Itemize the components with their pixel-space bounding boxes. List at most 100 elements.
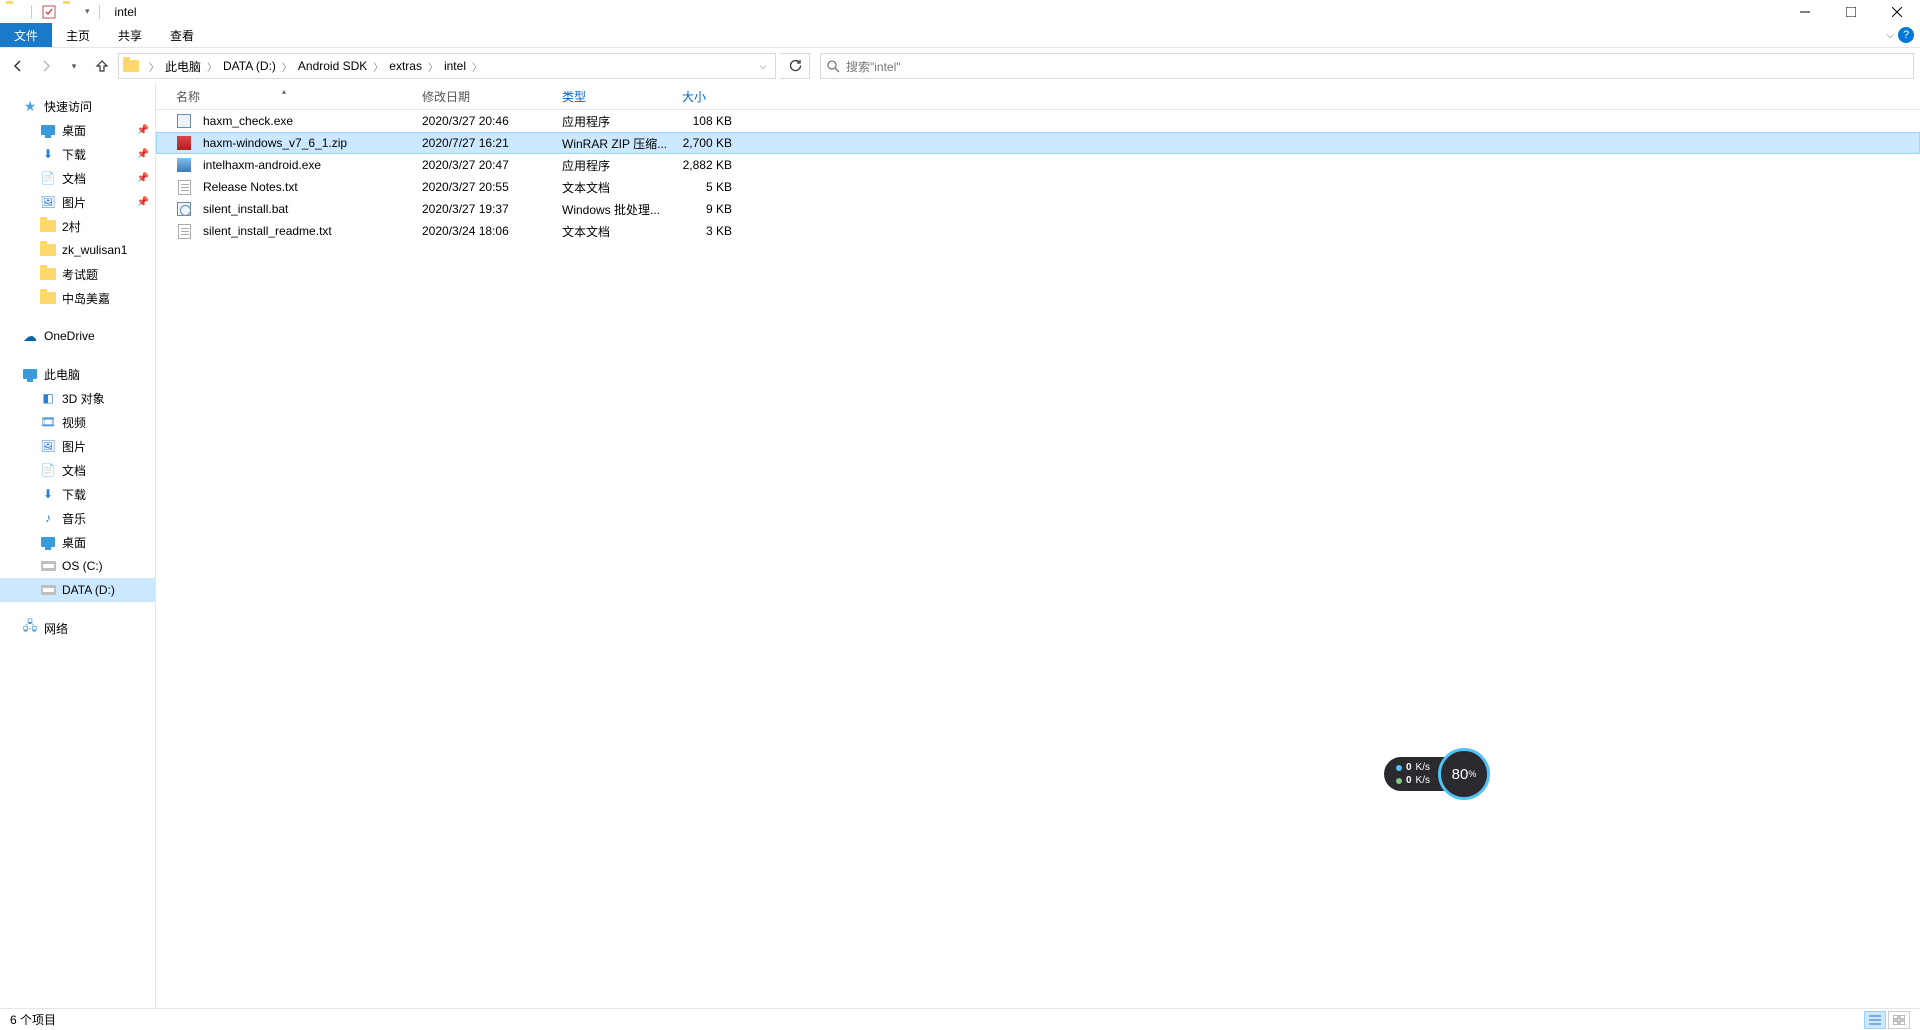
up-button[interactable] — [90, 54, 114, 78]
tab-file[interactable]: 文件 — [0, 23, 52, 47]
chevron-right-icon[interactable]: 〉 — [145, 59, 163, 74]
address-dropdown-icon[interactable]: ⌵ — [751, 54, 775, 78]
tab-view[interactable]: 查看 — [156, 23, 208, 47]
folder-icon — [6, 4, 22, 20]
breadcrumb-folder[interactable]: extras — [387, 59, 424, 73]
status-bar: 6 个项目 — [0, 1008, 1920, 1030]
upload-dot-icon — [1396, 765, 1402, 771]
column-date[interactable]: 修改日期 — [412, 88, 552, 105]
sidebar-item[interactable]: 🖼图片 — [0, 434, 155, 458]
view-details-button[interactable] — [1864, 1011, 1886, 1029]
navigation-pane: ★ 快速访问 桌面📌⬇下载📌📄文档📌🖼图片📌2村zk_wulisan1考试题中岛… — [0, 84, 156, 1008]
pic-icon: 🖼 — [40, 438, 56, 454]
address-bar[interactable]: 〉 此电脑 〉 DATA (D:) 〉 Android SDK 〉 extras… — [118, 53, 776, 79]
file-type: 应用程序 — [552, 157, 672, 174]
window-title: intel — [115, 5, 137, 19]
sidebar-item[interactable]: 中岛美嘉 — [0, 286, 155, 310]
sidebar-network[interactable]: 🖧 网络 — [0, 616, 155, 640]
qat-newfolder-icon[interactable] — [63, 4, 79, 20]
search-input[interactable]: 搜索"intel" — [820, 53, 1914, 79]
sidebar-item[interactable]: zk_wulisan1 — [0, 238, 155, 262]
recent-dropdown-icon[interactable]: ▾ — [62, 54, 86, 78]
separator — [31, 5, 32, 19]
sidebar-item[interactable]: 📄文档 — [0, 458, 155, 482]
sidebar-quick-access[interactable]: ★ 快速访问 — [0, 94, 155, 118]
file-date: 2020/7/27 16:21 — [412, 136, 552, 150]
sidebar-item[interactable]: 2村 — [0, 214, 155, 238]
pin-icon: 📌 — [137, 149, 149, 160]
ribbon-expand-icon[interactable]: ⌵ — [1886, 30, 1894, 41]
column-headers: ▴ 名称 修改日期 类型 大小 — [156, 84, 1920, 110]
tab-home[interactable]: 主页 — [52, 23, 104, 47]
minimize-button[interactable] — [1782, 0, 1828, 23]
sidebar-item[interactable]: ♪音乐 — [0, 506, 155, 530]
chevron-right-icon[interactable]: 〉 — [203, 59, 221, 74]
file-size: 2,700 KB — [672, 136, 742, 150]
column-size[interactable]: 大小 — [672, 88, 742, 105]
drive-icon — [40, 558, 56, 574]
back-button[interactable] — [6, 54, 30, 78]
performance-widget[interactable]: 0K/s 0K/s 80% — [1384, 748, 1490, 800]
file-row[interactable]: haxm_check.exe2020/3/27 20:46应用程序108 KB — [156, 110, 1920, 132]
file-row[interactable]: haxm-windows_v7_6_1.zip2020/7/27 16:21Wi… — [156, 132, 1920, 154]
sidebar-item[interactable]: OS (C:) — [0, 554, 155, 578]
chevron-right-icon[interactable]: 〉 — [278, 59, 296, 74]
sidebar-item[interactable]: ⬇下载📌 — [0, 142, 155, 166]
sidebar-item[interactable]: ⬇下载 — [0, 482, 155, 506]
file-size: 5 KB — [672, 180, 742, 194]
file-type: 文本文档 — [552, 223, 672, 240]
file-icon — [176, 179, 192, 195]
file-name: silent_install.bat — [203, 202, 288, 216]
file-row[interactable]: silent_install_readme.txt2020/3/24 18:06… — [156, 220, 1920, 242]
forward-button[interactable] — [34, 54, 58, 78]
chevron-right-icon[interactable]: 〉 — [468, 59, 486, 74]
separator — [99, 5, 100, 19]
file-size: 3 KB — [672, 224, 742, 238]
sidebar-item[interactable]: 📄文档📌 — [0, 166, 155, 190]
sidebar-item[interactable]: 桌面📌 — [0, 118, 155, 142]
column-name[interactable]: ▴ 名称 — [156, 88, 412, 105]
tab-share[interactable]: 共享 — [104, 23, 156, 47]
download-dot-icon — [1396, 778, 1402, 784]
sidebar-this-pc[interactable]: 此电脑 — [0, 362, 155, 386]
doc-icon: 📄 — [40, 170, 56, 186]
sidebar-item[interactable]: 🎞视频 — [0, 410, 155, 434]
sidebar-item[interactable]: 桌面 — [0, 530, 155, 554]
file-name: Release Notes.txt — [203, 180, 298, 194]
breadcrumb-folder[interactable]: Android SDK — [296, 59, 369, 73]
view-large-icons-button[interactable] — [1888, 1011, 1910, 1029]
file-date: 2020/3/27 19:37 — [412, 202, 552, 216]
sidebar-item[interactable]: 🖼图片📌 — [0, 190, 155, 214]
breadcrumb-this-pc[interactable]: 此电脑 — [163, 58, 203, 75]
qat-properties-icon[interactable] — [41, 4, 57, 20]
file-name: haxm-windows_v7_6_1.zip — [203, 136, 347, 150]
ribbon-tabs: 文件 主页 共享 查看 ⌵ ? — [0, 23, 1920, 48]
sidebar-item[interactable]: ◧3D 对象 — [0, 386, 155, 410]
file-row[interactable]: Release Notes.txt2020/3/27 20:55文本文档5 KB — [156, 176, 1920, 198]
sidebar-item[interactable]: 考试题 — [0, 262, 155, 286]
file-size: 9 KB — [672, 202, 742, 216]
column-type[interactable]: 类型 — [552, 88, 672, 105]
file-size: 108 KB — [672, 114, 742, 128]
file-row[interactable]: intelhaxm-android.exe2020/3/27 20:47应用程序… — [156, 154, 1920, 176]
chevron-right-icon[interactable]: 〉 — [369, 59, 387, 74]
file-icon — [176, 223, 192, 239]
sidebar-onedrive[interactable]: ☁ OneDrive — [0, 324, 155, 348]
breadcrumb-folder[interactable]: intel — [442, 59, 468, 73]
zip-icon — [176, 135, 192, 151]
file-name: silent_install_readme.txt — [203, 224, 332, 238]
refresh-button[interactable] — [780, 53, 810, 79]
chevron-right-icon[interactable]: 〉 — [424, 59, 442, 74]
file-date: 2020/3/27 20:46 — [412, 114, 552, 128]
status-item-count: 6 个项目 — [10, 1011, 56, 1028]
maximize-button[interactable] — [1828, 0, 1874, 23]
help-icon[interactable]: ? — [1898, 27, 1914, 43]
title-bar: ▾ intel — [0, 0, 1920, 23]
navigation-row: ▾ 〉 此电脑 〉 DATA (D:) 〉 Android SDK 〉 extr… — [0, 48, 1920, 84]
qat-dropdown-icon[interactable]: ▾ — [85, 6, 90, 17]
breadcrumb-drive[interactable]: DATA (D:) — [221, 59, 278, 73]
file-row[interactable]: silent_install.bat2020/3/27 19:37Windows… — [156, 198, 1920, 220]
3d-icon: ◧ — [40, 390, 56, 406]
close-button[interactable] — [1874, 0, 1920, 23]
sidebar-item[interactable]: DATA (D:) — [0, 578, 155, 602]
